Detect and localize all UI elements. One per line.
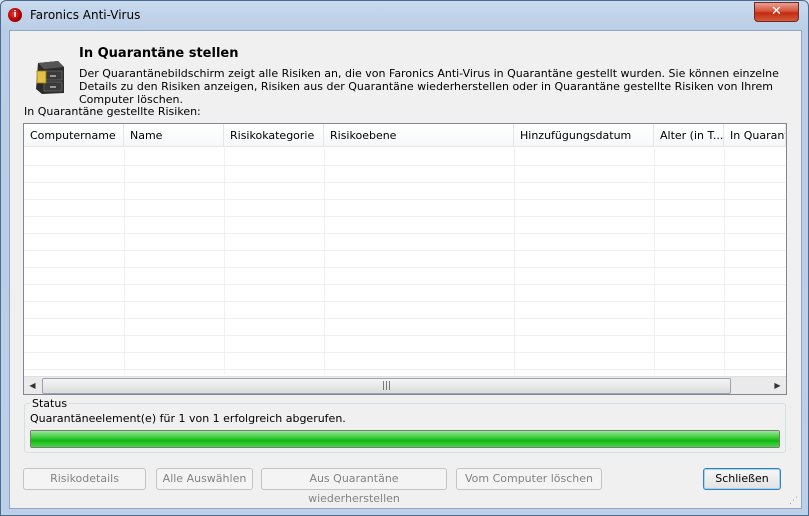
grid-line <box>24 318 786 319</box>
grid-line <box>24 233 786 234</box>
horizontal-scrollbar[interactable]: ◀ ||| ▶ <box>24 376 786 394</box>
scroll-right-arrow-icon[interactable]: ▶ <box>769 377 786 394</box>
grid-line <box>24 335 786 336</box>
status-text: Quarantäneelement(e) für 1 von 1 erfolgr… <box>30 412 346 425</box>
scroll-left-arrow-icon[interactable]: ◀ <box>24 377 41 394</box>
quarantine-list-label: In Quarantäne gestellte Risiken: <box>24 105 201 118</box>
grid-line <box>24 352 786 353</box>
column-header-in-quarantine[interactable]: In Quarantä <box>724 124 786 147</box>
quarantine-list[interactable]: Computername Name Risikokategorie Risiko… <box>23 123 787 395</box>
column-header-risk-category[interactable]: Risikokategorie <box>224 124 324 147</box>
grid-line <box>24 284 786 285</box>
progress-bar <box>30 430 780 448</box>
column-header-name[interactable]: Name <box>124 124 224 147</box>
grid-line <box>24 267 786 268</box>
column-header-risk-level[interactable]: Risikoebene <box>324 124 514 147</box>
grid-line <box>24 165 786 166</box>
grid-line <box>24 369 786 370</box>
column-header-computername[interactable]: Computername <box>24 124 124 147</box>
column-header-age[interactable]: Alter (in T... <box>654 124 724 147</box>
resize-grip-icon[interactable]: ⋰ <box>789 496 799 506</box>
faronics-logo-icon: i <box>8 8 22 22</box>
risk-details-button[interactable]: Risikodetails <box>23 468 146 490</box>
grid-line <box>24 301 786 302</box>
status-caption: Status <box>30 397 70 410</box>
delete-from-computer-button[interactable]: Vom Computer löschen <box>456 468 602 490</box>
application-window: i Faronics Anti-Virus ✕ In Quarantäne st… <box>0 0 809 516</box>
grid-line <box>24 250 786 251</box>
restore-from-quarantine-button[interactable]: Aus Quarantäne wiederherstellen <box>261 468 447 505</box>
close-button[interactable]: Schließen <box>703 468 781 490</box>
progress-bar-fill <box>31 431 779 447</box>
select-all-button[interactable]: Alle Auswählen <box>156 468 253 490</box>
scrollbar-thumb[interactable]: ||| <box>42 378 731 394</box>
page-title: In Quarantäne stellen <box>79 46 239 61</box>
list-header: Computername Name Risikokategorie Risiko… <box>24 124 786 148</box>
window-title: Faronics Anti-Virus <box>30 8 141 22</box>
client-area: In Quarantäne stellen Der Quarantänebild… <box>9 30 802 509</box>
file-cabinet-icon <box>36 61 64 94</box>
close-window-button[interactable]: ✕ <box>754 2 799 22</box>
title-bar[interactable]: i Faronics Anti-Virus ✕ <box>1 1 808 29</box>
column-header-date-added[interactable]: Hinzufügungsdatum <box>514 124 654 147</box>
grid-line <box>24 199 786 200</box>
list-body[interactable] <box>24 148 786 374</box>
page-description: Der Quarantänebildschirm zeigt alle Risi… <box>79 67 779 106</box>
grid-line <box>24 182 786 183</box>
grid-line <box>24 216 786 217</box>
